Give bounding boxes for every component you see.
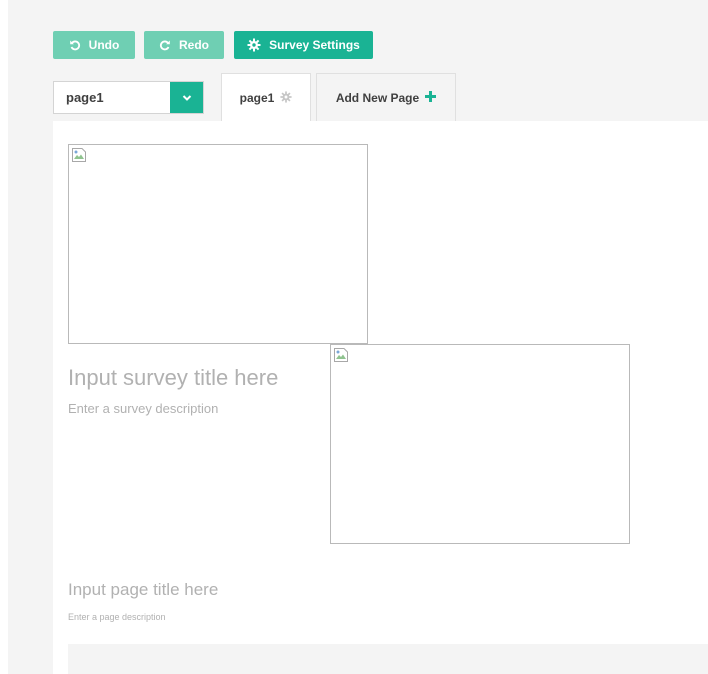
plus-icon xyxy=(425,90,437,105)
page-selector-dropdown-button[interactable] xyxy=(170,82,203,113)
survey-settings-label: Survey Settings xyxy=(269,38,360,52)
add-new-page-tab[interactable]: Add New Page xyxy=(316,73,456,121)
page-title-input[interactable]: Input page title here xyxy=(68,580,218,600)
broken-image-icon xyxy=(333,347,349,368)
survey-logo-image[interactable] xyxy=(68,144,368,344)
survey-description-input[interactable]: Enter a survey description xyxy=(68,401,218,416)
add-new-page-label: Add New Page xyxy=(335,90,420,105)
redo-label: Redo xyxy=(179,38,209,52)
page-description-input[interactable]: Enter a page description xyxy=(68,612,166,622)
gear-icon xyxy=(247,38,261,52)
broken-image-icon xyxy=(71,147,87,168)
undo-icon xyxy=(69,39,81,51)
undo-label: Undo xyxy=(88,38,120,52)
page-selector-value: page1 xyxy=(66,90,104,105)
question-drop-area[interactable] xyxy=(68,644,708,674)
survey-image-placeholder[interactable] xyxy=(330,344,630,544)
chevron-down-icon xyxy=(182,89,192,107)
undo-button[interactable]: Undo xyxy=(53,31,135,59)
tab-page1[interactable]: page1 xyxy=(221,73,311,122)
editor-canvas: Undo Redo Survey Settings page1 page1 Ad… xyxy=(8,0,708,674)
page-selector[interactable]: page1 xyxy=(53,81,204,114)
survey-design-panel: Input survey title here Enter a survey d… xyxy=(53,121,708,674)
survey-title-input[interactable]: Input survey title here xyxy=(68,365,278,391)
gear-icon[interactable] xyxy=(280,90,292,106)
left-margin xyxy=(0,0,8,674)
redo-icon xyxy=(159,39,171,51)
redo-button[interactable]: Redo xyxy=(144,31,224,59)
tab-page1-label: page1 xyxy=(239,91,275,105)
survey-settings-button[interactable]: Survey Settings xyxy=(234,31,373,59)
